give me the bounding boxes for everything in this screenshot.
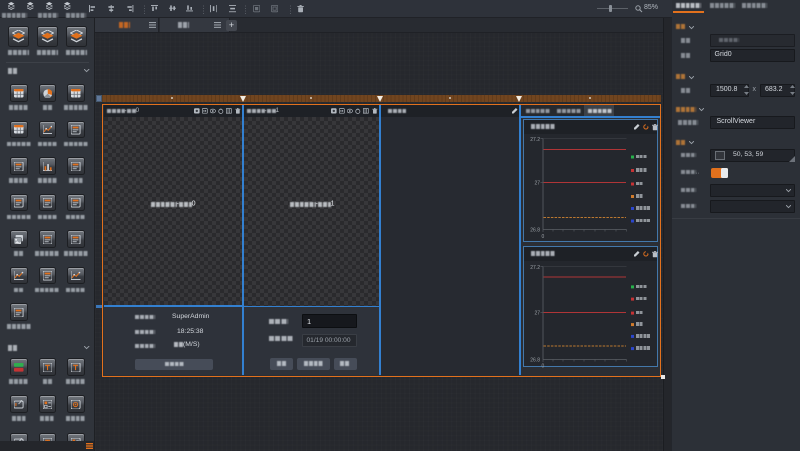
svg-text:0: 0 xyxy=(541,234,544,240)
svg-text:26.8: 26.8 xyxy=(530,227,540,233)
svg-text:27: 27 xyxy=(534,310,540,316)
svg-text:0: 0 xyxy=(541,363,544,368)
svg-text:27.2: 27.2 xyxy=(530,137,540,143)
svg-text:27: 27 xyxy=(534,180,540,186)
svg-text:26.8: 26.8 xyxy=(530,357,540,363)
svg-text:27.2: 27.2 xyxy=(530,265,540,271)
